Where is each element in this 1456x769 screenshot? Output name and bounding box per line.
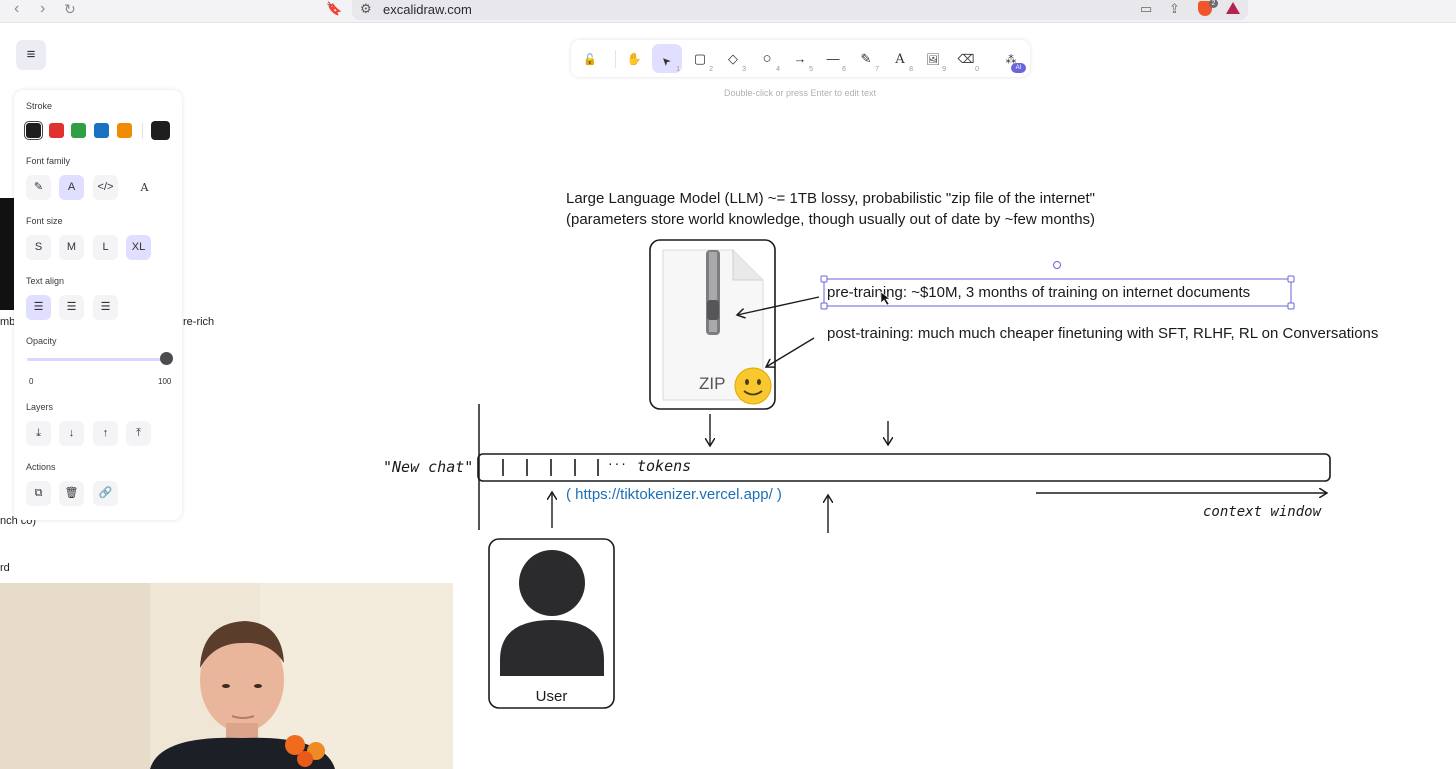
context-window-label[interactable]: context window bbox=[1203, 504, 1321, 520]
token-bar[interactable] bbox=[477, 453, 1331, 482]
token-dividers bbox=[502, 459, 599, 476]
user-label: User bbox=[535, 688, 568, 705]
tokenizer-link[interactable]: ( https://tiktokenizer.vercel.app/ ) bbox=[566, 486, 782, 503]
selection-box[interactable] bbox=[820, 261, 1295, 310]
zip-label: ZIP bbox=[699, 374, 726, 393]
presenter-video bbox=[0, 583, 453, 769]
tokens-label[interactable]: tokens bbox=[637, 457, 691, 475]
new-chat-label[interactable]: "New chat" bbox=[383, 458, 473, 476]
token-ellipsis: ··· bbox=[607, 458, 627, 471]
smiley-emoji-icon bbox=[734, 367, 772, 405]
webcam-overlay bbox=[0, 583, 453, 769]
mouse-cursor-icon bbox=[880, 291, 891, 306]
